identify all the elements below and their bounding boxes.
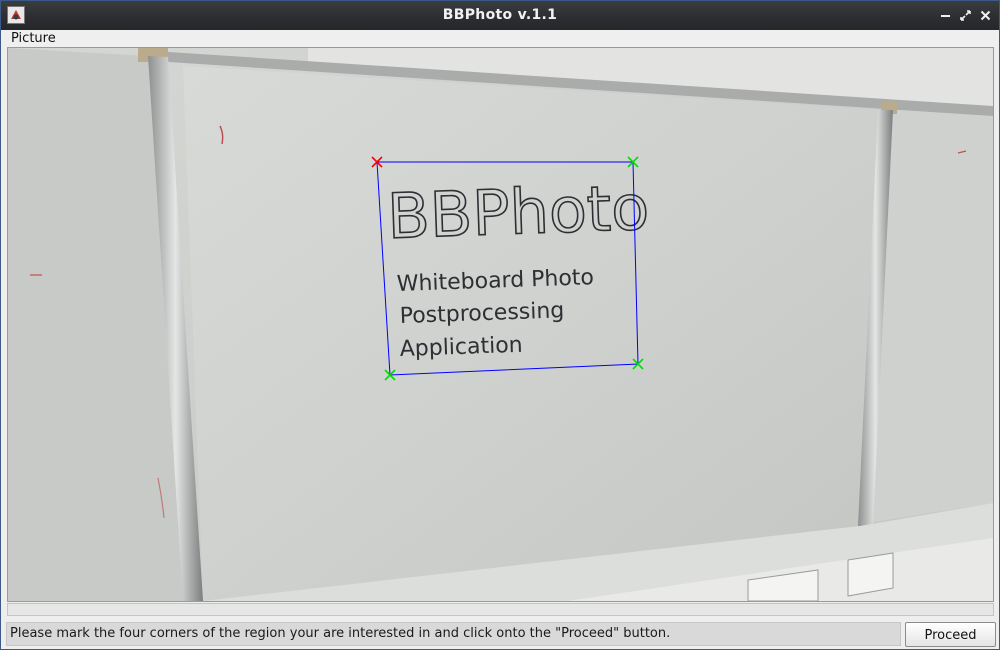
status-message: Please mark the four corners of the regi… (10, 626, 671, 641)
main-board (183, 66, 883, 601)
window-title: BBPhoto v.1.1 (442, 7, 558, 23)
close-icon[interactable] (978, 8, 993, 23)
proceed-button[interactable]: Proceed (905, 622, 996, 647)
menu-picture[interactable]: Picture (7, 30, 60, 47)
board-title-text: BBPhoto (386, 171, 650, 253)
picture-canvas[interactable]: BBPhoto Whiteboard Photo Postprocessing … (7, 47, 994, 602)
menu-bar: Picture (1, 30, 999, 47)
whiteboard-photo[interactable]: BBPhoto Whiteboard Photo Postprocessing … (8, 48, 993, 601)
maximize-icon[interactable] (958, 8, 973, 23)
title-bar[interactable]: BBPhoto v.1.1 (1, 1, 999, 30)
minimize-icon[interactable] (938, 8, 953, 23)
horizontal-scrollbar[interactable] (7, 603, 994, 616)
app-window: BBPhoto v.1.1 Picture BBPhoto Whiteboard… (0, 0, 1000, 650)
status-bar: Please mark the four corners of the regi… (6, 622, 901, 646)
board-line-3: Application (399, 333, 523, 362)
power-outlet (847, 552, 894, 597)
